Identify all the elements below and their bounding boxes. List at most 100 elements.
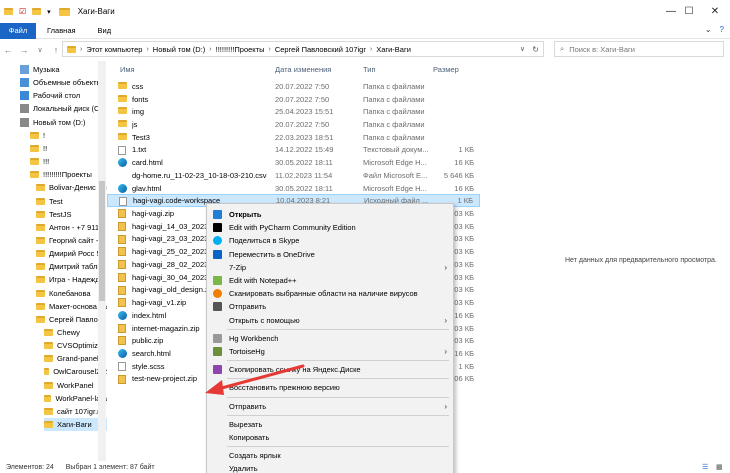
- column-date[interactable]: Дата изменения: [275, 65, 331, 74]
- file-row[interactable]: Test3 22.03.2023 18:51 Папка с файлами: [107, 131, 480, 144]
- file-row[interactable]: glav.html 30.05.2022 18:11 Microsoft Edge …: [107, 182, 480, 195]
- nav-item[interactable]: Сергей Павловс: [36, 313, 107, 326]
- file-name: glav.html: [132, 183, 162, 193]
- forward-icon[interactable]: →: [16, 45, 32, 55]
- column-name[interactable]: Имя: [120, 65, 135, 74]
- menu-item[interactable]: Создать ярлык: [207, 449, 453, 462]
- details-view-icon[interactable]: ☰: [702, 463, 708, 471]
- menu-item[interactable]: Восстановить прежнюю версию: [207, 381, 453, 394]
- menu-item[interactable]: Удалить: [207, 462, 453, 473]
- file-date: 20.07.2022 7:50: [275, 94, 330, 104]
- nav-item-label: Объемные объекты: [33, 78, 102, 88]
- nav-scrollbar[interactable]: [98, 61, 106, 461]
- nav-item[interactable]: Дмирий Росс 50: [36, 247, 107, 260]
- nav-item[interactable]: TestJS: [36, 208, 107, 221]
- menu-item[interactable]: Переместить в OneDrive: [207, 248, 453, 261]
- help-icon[interactable]: ?: [720, 25, 724, 34]
- menu-item[interactable]: Edit with PyCharm Community Edition: [207, 221, 453, 234]
- new-folder-icon[interactable]: [32, 8, 42, 15]
- folder-icon: [36, 276, 45, 284]
- file-name: img: [132, 107, 145, 117]
- nav-item[interactable]: Георгий сайт - п: [36, 234, 107, 247]
- close-button[interactable]: ✕: [696, 0, 730, 23]
- menu-item[interactable]: Отправить: [207, 300, 453, 313]
- nav-scroll-thumb[interactable]: [99, 181, 105, 301]
- customize-toolbar-icon[interactable]: ▾: [47, 8, 51, 16]
- zip-icon: [118, 260, 126, 270]
- nav-item[interactable]: !!!: [30, 155, 107, 168]
- address-bar[interactable]: › Этот компьютер › Новый том (D:) › !!!!…: [62, 41, 544, 57]
- file-row[interactable]: card.html 30.05.2022 18:11 Microsoft Edge …: [107, 156, 480, 169]
- nav-item[interactable]: Музыка: [20, 63, 107, 76]
- breadcrumb-projects[interactable]: !!!!!!!!!Проекты: [216, 45, 265, 54]
- nav-item-label: Музыка: [33, 65, 60, 74]
- nav-item[interactable]: Test: [36, 195, 107, 208]
- file-row[interactable]: fonts 20.07.2022 7:50 Папка с файлами: [107, 93, 480, 106]
- menu-item[interactable]: Отправить ›: [207, 400, 453, 413]
- properties-check-icon[interactable]: ☑: [19, 7, 26, 16]
- menu-separator: [227, 446, 449, 448]
- menu-separator: [227, 378, 449, 380]
- tab-view[interactable]: Вид: [87, 26, 123, 35]
- recent-locations-icon[interactable]: ∨: [32, 46, 48, 54]
- nav-item[interactable]: Игра - Надежда: [36, 273, 107, 286]
- file-row[interactable]: 1.txt 14.12.2022 15:49 Текстовый докум... 1…: [107, 144, 480, 157]
- nav-item[interactable]: !!!!!!!!!Проекты: [30, 168, 107, 181]
- window-folder-icon: [58, 7, 70, 16]
- nav-item-label: Антон - +7 911 3: [49, 222, 106, 232]
- back-icon[interactable]: ←: [0, 45, 16, 55]
- edge-icon: [118, 183, 127, 193]
- breadcrumb-current[interactable]: Хаги-Ваги: [376, 45, 411, 54]
- file-size: 16 КБ: [454, 183, 474, 193]
- file-row[interactable]: dg-home.ru_11-02-23_10-18-03-210.csv 11.0…: [107, 169, 480, 182]
- column-size[interactable]: Размер: [433, 65, 459, 74]
- menu-item[interactable]: Скопировать ссылку на Яндекс.Диске: [207, 363, 453, 376]
- breadcrumb-computer[interactable]: Этот компьютер: [86, 45, 142, 54]
- menu-item[interactable]: Сканировать выбранные области на наличие…: [207, 287, 453, 300]
- menu-item[interactable]: 7-Zip ›: [207, 261, 453, 274]
- nav-item[interactable]: Рабочий стол: [20, 89, 107, 102]
- nav-item[interactable]: Антон - +7 911 3: [36, 221, 107, 234]
- nav-item-label: Игра - Надежда: [49, 275, 104, 285]
- menu-item[interactable]: TortoiseHg ›: [207, 345, 453, 358]
- breadcrumb-drive[interactable]: Новый том (D:): [153, 45, 206, 54]
- file-name: js: [132, 120, 138, 129]
- file-row[interactable]: img 25.04.2023 15:51 Папка с файлами: [107, 105, 480, 118]
- menu-item[interactable]: Edit with Notepad++: [207, 274, 453, 287]
- nav-item[interactable]: Объемные объекты: [20, 76, 107, 89]
- breadcrumb-sergey[interactable]: Сергей Павловский 107igr: [275, 45, 366, 54]
- menu-item[interactable]: Вырезать: [207, 418, 453, 431]
- nav-item[interactable]: !!: [30, 142, 107, 155]
- file-icon: [118, 145, 126, 155]
- address-dropdown-icon[interactable]: ∨: [520, 45, 525, 53]
- vscode-icon: [213, 210, 222, 219]
- menu-item[interactable]: Копировать: [207, 431, 453, 444]
- file-row[interactable]: js 20.07.2022 7:50 Папка с файлами: [107, 118, 480, 131]
- tiles-view-icon[interactable]: ▦: [716, 463, 723, 471]
- nav-item-label: Колебанова: [49, 288, 91, 298]
- file-row[interactable]: css 20.07.2022 7:50 Папка с файлами: [107, 80, 480, 93]
- menu-item[interactable]: Hg Workbench: [207, 332, 453, 345]
- nav-item[interactable]: !: [30, 129, 107, 142]
- nav-item[interactable]: Дмитрий таблиц: [36, 260, 107, 273]
- tab-home[interactable]: Главная: [36, 26, 87, 35]
- column-type[interactable]: Тип: [363, 65, 376, 74]
- folder-icon: [36, 289, 45, 297]
- notepad-icon: [213, 276, 222, 285]
- menu-item[interactable]: Открыть с помощью ›: [207, 314, 453, 327]
- nav-item[interactable]: Макет-основа са: [36, 300, 107, 313]
- nav-item[interactable]: Колебанова: [36, 287, 107, 300]
- menu-item[interactable]: Открыть: [207, 208, 453, 221]
- search-box[interactable]: ⌕ Поиск в: Хаги-Ваги: [554, 41, 724, 57]
- nav-item[interactable]: Новый том (D:): [20, 116, 107, 129]
- tab-file[interactable]: Файл: [0, 22, 36, 39]
- menu-item[interactable]: Поделиться в Skype: [207, 234, 453, 247]
- nav-item[interactable]: Bolivar-Денис мс: [36, 181, 107, 194]
- file-type: Папка с файлами: [363, 107, 425, 117]
- expand-ribbon-icon[interactable]: ⌄: [705, 25, 712, 34]
- nav-item[interactable]: Локальный диск (C: [20, 102, 107, 115]
- folder-icon: [4, 8, 13, 15]
- folder-icon: [44, 368, 50, 376]
- refresh-icon[interactable]: ↻: [532, 45, 539, 54]
- file-icon: [118, 361, 126, 371]
